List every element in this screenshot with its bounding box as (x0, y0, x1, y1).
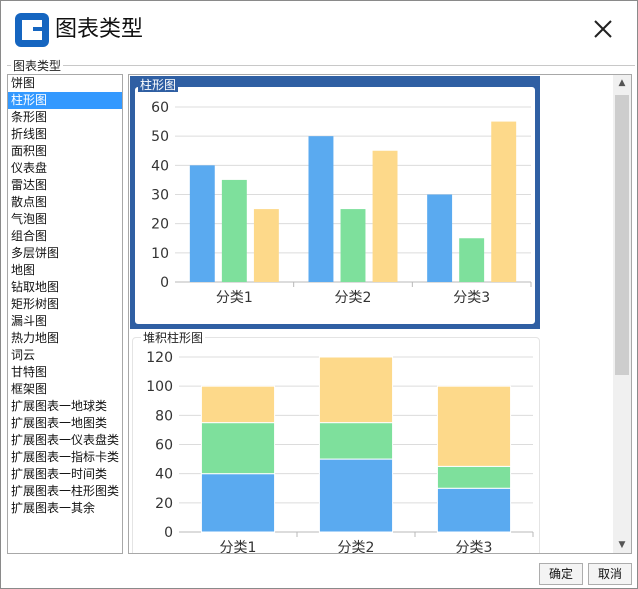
y-tick-label: 60 (151, 100, 169, 116)
group-label: 图表类型 (11, 59, 64, 73)
app-logo-icon (15, 13, 49, 47)
y-tick-label: 40 (155, 467, 173, 483)
bar (459, 238, 485, 282)
y-tick-label: 80 (155, 408, 173, 424)
column-chart: 0 10 20 30 40 50 60 分类1 分类2 分类3 (151, 100, 532, 306)
x-tick-label: 分类3 (453, 290, 490, 306)
chart-type-item[interactable]: 组合图 (8, 228, 122, 245)
x-tick-label: 分类1 (216, 290, 253, 306)
bar (308, 136, 334, 282)
chart-type-item[interactable]: 扩展图表一指标卡类 (8, 449, 122, 466)
y-tick-label: 10 (151, 246, 169, 262)
group-divider (7, 65, 635, 66)
bar (491, 121, 517, 282)
bar (318, 356, 394, 424)
preview-scrollbar[interactable]: ▲ ▼ (613, 74, 632, 554)
chart-type-item[interactable]: 多层饼图 (8, 245, 122, 262)
chart-type-item[interactable]: 饼图 (8, 75, 122, 92)
chart-type-item[interactable]: 地图 (8, 262, 122, 279)
chart-type-item[interactable]: 散点图 (8, 194, 122, 211)
dialog-header: 图表类型 (1, 1, 637, 59)
ok-button[interactable]: 确定 (539, 563, 583, 585)
y-tick-label: 20 (155, 496, 173, 512)
chart-type-item[interactable]: 仪表盘 (8, 160, 122, 177)
chart-type-item[interactable]: 扩展图表一地球类 (8, 398, 122, 415)
chart-type-item[interactable]: 扩展图表一柱形图类 (8, 483, 122, 500)
bar (436, 385, 512, 467)
chart-type-item[interactable]: 气泡图 (8, 211, 122, 228)
chart-type-item[interactable]: 雷达图 (8, 177, 122, 194)
chart-type-item[interactable]: 条形图 (8, 109, 122, 126)
scrollbar-thumb[interactable] (615, 95, 629, 375)
chart-type-item[interactable]: 甘特图 (8, 364, 122, 381)
chart-type-item[interactable]: 扩展图表一其余 (8, 500, 122, 517)
chart-type-item[interactable]: 词云 (8, 347, 122, 364)
x-tick-label: 分类2 (335, 290, 372, 306)
chart-type-item[interactable]: 柱形图 (8, 92, 122, 109)
scroll-up-icon[interactable]: ▲ (613, 75, 631, 91)
bar (200, 473, 276, 533)
chart-type-item[interactable]: 扩展图表一地图类 (8, 415, 122, 432)
preview-card-stacked-column[interactable]: 0 20 40 60 80 100 120 分类1 分类2 分类3 堆积柱形图 (132, 331, 540, 554)
bar (427, 194, 453, 282)
chart-type-item[interactable]: 扩展图表一时间类 (8, 466, 122, 483)
bar (200, 385, 276, 424)
preview-card-column-inner: 0 10 20 30 40 50 60 分类1 分类2 分类3 (134, 86, 536, 325)
preview-card-title: 柱形图 (138, 78, 179, 92)
y-tick-label: 20 (151, 217, 169, 233)
y-tick-label: 50 (151, 129, 169, 145)
bar (253, 209, 279, 282)
bar (200, 422, 276, 475)
close-icon[interactable] (587, 13, 619, 45)
scroll-down-icon[interactable]: ▼ (613, 537, 631, 553)
x-tick-label: 分类3 (456, 540, 493, 554)
y-tick-label: 100 (146, 379, 173, 395)
bar (189, 165, 215, 282)
chart-type-list[interactable]: 饼图 柱形图 条形图 折线图 面积图 仪表盘 雷达图 散点图 气泡图 组合图 多层饼图 地图 钻取地图矩… (7, 74, 123, 554)
chart-type-item[interactable]: 框架图 (8, 381, 122, 398)
bar (340, 209, 366, 282)
x-tick-label: 分类1 (220, 540, 257, 554)
y-tick-label: 60 (155, 438, 173, 454)
chart-preview-pane[interactable]: 0 10 20 30 40 50 60 分类1 分类2 分类3 柱形图 0 20 40 60 80 100 1… (128, 74, 615, 554)
preview-card-column[interactable]: 0 10 20 30 40 50 60 分类1 分类2 分类3 柱形图 (130, 76, 540, 329)
chart-type-item[interactable]: 漏斗图 (8, 313, 122, 330)
chart-type-dialog: 图表类型 图表类型 饼图 柱形图 条形图 折线图 面积图 仪表盘 雷达图 散点图 气泡图 组合图多… (0, 0, 638, 589)
dialog-title: 图表类型 (55, 17, 144, 42)
cancel-button[interactable]: 取消 (588, 563, 632, 585)
chart-type-item[interactable]: 扩展图表一仪表盘类 (8, 432, 122, 449)
bar (436, 465, 512, 489)
chart-type-item[interactable]: 热力地图 (8, 330, 122, 347)
bar (436, 487, 512, 533)
x-tick-label: 分类2 (338, 540, 375, 554)
chart-type-item[interactable]: 面积图 (8, 143, 122, 160)
bar (318, 458, 394, 533)
bar (318, 422, 394, 460)
chart-type-item[interactable]: 钻取地图 (8, 279, 122, 296)
y-tick-label: 0 (164, 525, 173, 541)
y-tick-label: 40 (151, 158, 169, 174)
preview-card-title: 堆积柱形图 (141, 331, 206, 345)
y-tick-label: 0 (160, 275, 169, 291)
y-tick-label: 30 (151, 188, 169, 204)
bar (221, 179, 247, 282)
bar (372, 150, 398, 282)
y-tick-label: 120 (146, 350, 173, 366)
stacked-column-chart: 0 20 40 60 80 100 120 分类1 分类2 分类3 (146, 350, 534, 554)
chart-type-item[interactable]: 矩形树图 (8, 296, 122, 313)
chart-type-item[interactable]: 折线图 (8, 126, 122, 143)
